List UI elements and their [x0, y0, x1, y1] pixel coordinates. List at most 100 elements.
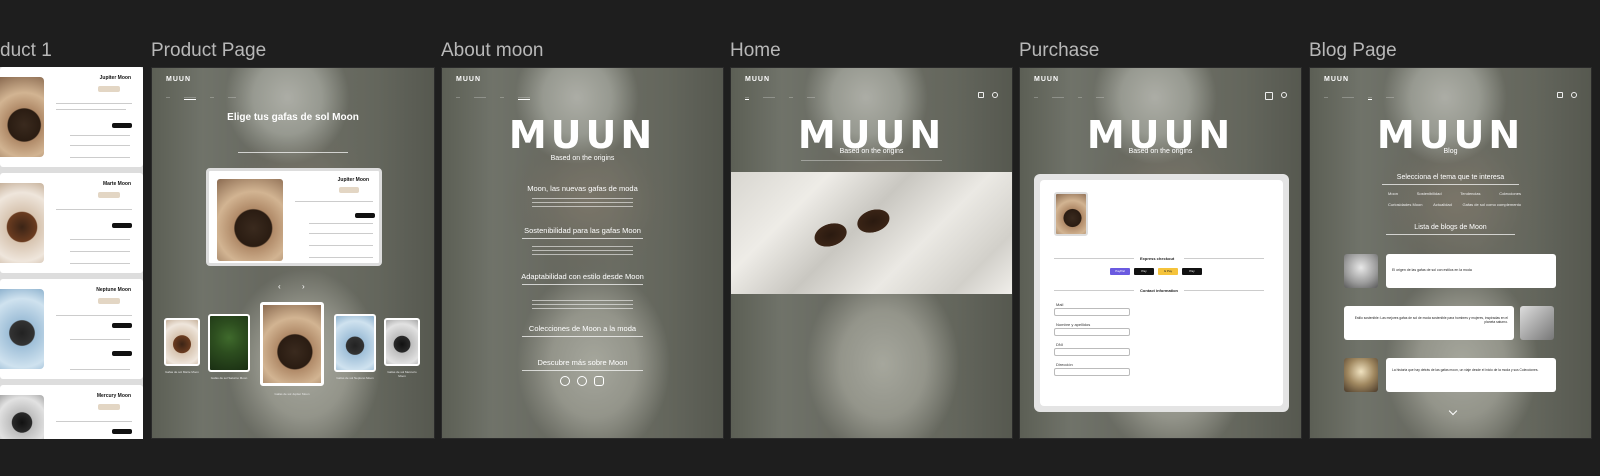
size-button[interactable]: [98, 192, 120, 198]
frame-product-page[interactable]: MUUN — ——— — —— Elige tus gafas de sol M…: [151, 67, 435, 439]
size-button[interactable]: [98, 404, 120, 410]
carousel-item[interactable]: [384, 318, 420, 366]
shop-pay-button[interactable]: PayPal: [1110, 268, 1130, 275]
nav-link[interactable]: —: [789, 94, 793, 100]
topic-link[interactable]: Gafas de sol como complemento: [1463, 202, 1521, 207]
size-button[interactable]: [98, 298, 120, 304]
frame-label-home[interactable]: Home: [730, 40, 781, 62]
dni-input[interactable]: [1054, 348, 1130, 356]
product-card-marte[interactable]: Marte Moon: [0, 173, 143, 273]
buy-button[interactable]: [112, 223, 132, 228]
buy-button[interactable]: [112, 323, 132, 328]
carousel-item[interactable]: [334, 314, 376, 372]
google-pay-button[interactable]: Pay: [1182, 268, 1202, 275]
frame-blog[interactable]: MUUN — ——— — —— MUUN Blog Selecciona el …: [1309, 67, 1592, 439]
cart-icon[interactable]: [978, 92, 984, 98]
address-input[interactable]: [1054, 368, 1130, 376]
instagram-icon[interactable]: [560, 376, 570, 386]
buy-button[interactable]: [112, 351, 132, 356]
frame-label-about[interactable]: About moon: [441, 40, 543, 62]
carousel-item-selected[interactable]: [260, 302, 324, 386]
nav-link[interactable]: ——: [1386, 94, 1394, 100]
nav-link[interactable]: ———: [518, 94, 530, 100]
topic-link[interactable]: Tendencias: [1460, 191, 1480, 196]
frame-product-1[interactable]: Jupiter Moon Marte Moon Neptune Moon Mer…: [0, 67, 143, 439]
nav-link[interactable]: —: [166, 94, 170, 100]
cart-icon[interactable]: [1265, 92, 1273, 100]
logo[interactable]: MUUN: [1324, 76, 1349, 83]
contact-info-label: Contact information: [1140, 288, 1178, 293]
frame-label-product-1[interactable]: duct 1: [0, 40, 52, 62]
search-icon[interactable]: [1571, 92, 1577, 98]
carousel-prev-icon[interactable]: ‹: [278, 282, 281, 291]
nav-link[interactable]: ——: [228, 94, 236, 100]
nav-link[interactable]: ———: [1342, 94, 1354, 100]
product-card-neptune[interactable]: Neptune Moon: [0, 279, 143, 379]
frame-home[interactable]: MUUN — ——— — —— MUUN Based on the origin…: [730, 67, 1013, 439]
nav-link[interactable]: —: [1368, 94, 1372, 100]
buy-button[interactable]: [112, 429, 132, 434]
frame-label-blog[interactable]: Blog Page: [1309, 40, 1397, 62]
size-button[interactable]: [98, 86, 120, 92]
carousel-next-icon[interactable]: ›: [302, 282, 305, 291]
buy-button[interactable]: [112, 123, 132, 128]
logo[interactable]: MUUN: [1034, 76, 1059, 83]
featured-product-card[interactable]: Jupiter Moon: [206, 168, 382, 266]
pinterest-icon[interactable]: [577, 376, 587, 386]
logo[interactable]: MUUN: [166, 76, 191, 83]
cart-icon[interactable]: [1557, 92, 1563, 98]
blog-post-thumb[interactable]: [1344, 358, 1378, 392]
nav-link[interactable]: —: [456, 94, 460, 100]
paragraph: [532, 198, 633, 212]
nav-link[interactable]: —: [1034, 94, 1038, 99]
choose-topic-title: Selecciona el tema que te interesa: [1396, 174, 1505, 181]
topic-link[interactable]: Sostenibilidad: [1417, 191, 1442, 196]
blog-post-title: El origen de las gafas de sol con estilo…: [1392, 268, 1472, 272]
section-title: Sostenibilidad para las gafas Moon: [524, 226, 641, 235]
brand-logo: MUUN: [508, 113, 657, 157]
blog-post-card[interactable]: La historia que hay detrás de las gafas …: [1386, 358, 1556, 392]
topic-link[interactable]: Moon: [1388, 191, 1398, 196]
carousel-item[interactable]: [164, 318, 200, 366]
mail-input[interactable]: [1054, 308, 1130, 316]
nav-link[interactable]: ——: [1096, 94, 1104, 99]
nav-link[interactable]: ———: [763, 94, 775, 100]
blog-post-card[interactable]: El origen de las gafas de sol con estilo…: [1386, 254, 1556, 288]
youtube-icon[interactable]: [594, 376, 604, 386]
navbar: MUUN — ——— — ——: [166, 76, 420, 100]
blog-post-card[interactable]: Estilo sostenible: Las mejores gafas de …: [1344, 306, 1514, 340]
navbar: MUUN — ——— — ——: [1034, 76, 1287, 100]
nav-link[interactable]: —: [1078, 94, 1082, 99]
logo[interactable]: MUUN: [745, 76, 770, 83]
paypal-button[interactable]: G Pay: [1158, 268, 1178, 275]
topic-link[interactable]: Curiosidades Moon: [1388, 202, 1422, 207]
frame-label-product-page[interactable]: Product Page: [151, 40, 266, 62]
nav-link[interactable]: —: [210, 94, 214, 100]
name-input[interactable]: [1054, 328, 1130, 336]
express-checkout-label: Express checkout: [1140, 256, 1175, 261]
size-button[interactable]: [339, 187, 359, 193]
blog-post-thumb[interactable]: [1520, 306, 1554, 340]
topic-link[interactable]: Actualidad: [1433, 202, 1452, 207]
frame-purchase[interactable]: MUUN — ——— — —— MUUN Based on the origin…: [1019, 67, 1302, 439]
product-card-jupiter[interactable]: Jupiter Moon: [0, 67, 143, 167]
nav-link[interactable]: ———: [184, 94, 196, 100]
topic-link[interactable]: Colecciones: [1499, 191, 1521, 196]
blog-post-thumb[interactable]: [1344, 254, 1378, 288]
nav-link[interactable]: —: [745, 94, 749, 100]
section-title: Colecciones de Moon a la moda: [528, 324, 637, 333]
product-card-mercury[interactable]: Mercury Moon: [0, 385, 143, 439]
search-icon[interactable]: [1281, 92, 1287, 98]
search-icon[interactable]: [992, 92, 998, 98]
buy-button[interactable]: [355, 213, 375, 218]
nav-link[interactable]: ———: [474, 94, 486, 100]
apple-pay-button[interactable]: Pay: [1134, 268, 1154, 275]
carousel-item[interactable]: [208, 314, 250, 372]
nav-link[interactable]: ———: [1052, 94, 1064, 99]
frame-about[interactable]: MUUN — ——— — ——— MUUN Based on the origi…: [441, 67, 724, 439]
nav-link[interactable]: ——: [807, 94, 815, 100]
frame-label-purchase[interactable]: Purchase: [1019, 40, 1099, 62]
nav-link[interactable]: —: [1324, 94, 1328, 100]
nav-link[interactable]: —: [500, 94, 504, 100]
logo[interactable]: MUUN: [456, 76, 481, 83]
